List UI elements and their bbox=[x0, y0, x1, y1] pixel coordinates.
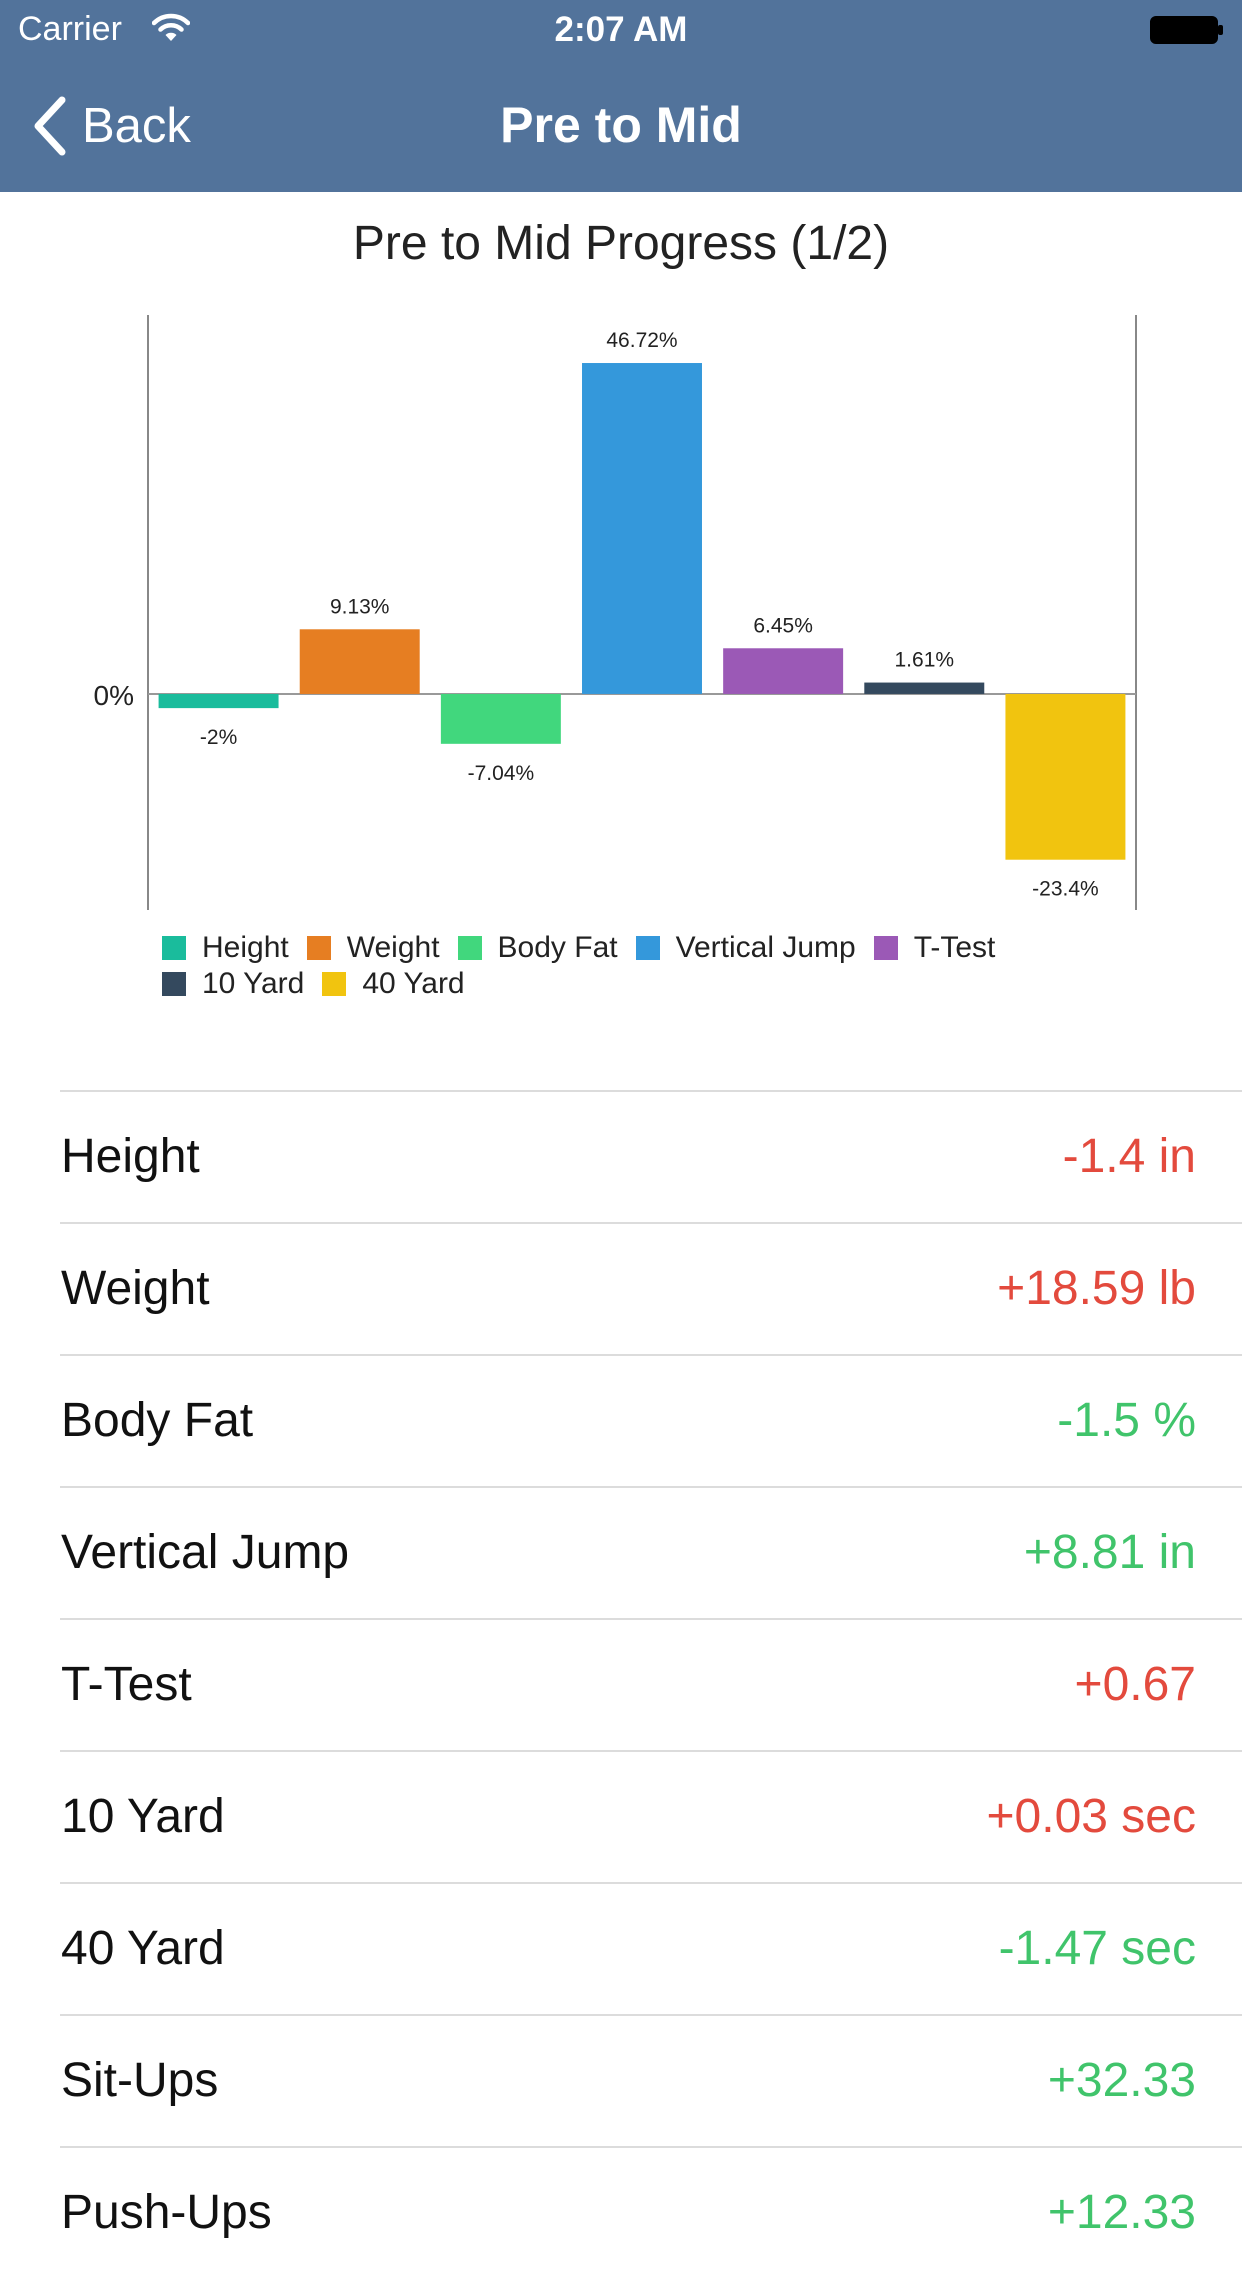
row-label: Push-Ups bbox=[61, 2186, 272, 2239]
row-label: Vertical Jump bbox=[61, 1526, 350, 1579]
legend-item: Body Fat bbox=[457, 930, 618, 966]
bar-10-yard bbox=[864, 682, 985, 694]
legend-label: Vertical Jump bbox=[675, 931, 856, 964]
data-label: -7.04% bbox=[468, 762, 535, 785]
list-row[interactable]: 10 Yard +0.03 sec bbox=[60, 1750, 1242, 1882]
chart-title: Pre to Mid Progress (1/2) bbox=[352, 217, 890, 270]
progress-bar-chart: 0% -2% 9.13% -7.04% 46.72% 6.45% 1.61% -23.4% bbox=[94, 315, 1137, 910]
list-row[interactable]: Sit-Ups +32.33 bbox=[60, 2014, 1242, 2146]
legend-item: Vertical Jump bbox=[635, 930, 856, 966]
stats-list: Height -1.4 in Weight +18.59 lb Body Fat -1.5… bbox=[60, 1090, 1242, 2278]
status-time: 2:07 AM bbox=[554, 10, 688, 49]
list-row[interactable]: T-Test +0.67 bbox=[60, 1618, 1242, 1750]
legend-swatch bbox=[635, 936, 660, 960]
row-label: Body Fat bbox=[61, 1394, 254, 1447]
bar-40-yard bbox=[1005, 693, 1126, 860]
y-tick-label: 0% bbox=[94, 680, 134, 711]
data-label: 1.61% bbox=[895, 649, 955, 672]
row-value: +8.81 in bbox=[1023, 1526, 1196, 1579]
legend-item: 10 Yard bbox=[162, 966, 304, 1002]
legend-label: Weight bbox=[346, 931, 440, 964]
list-row[interactable]: Body Fat -1.5 % bbox=[60, 1354, 1242, 1486]
row-value: -1.47 sec bbox=[998, 1922, 1196, 1975]
chart-legend: Height Weight Body Fat Vertical Jump T-Test 1… bbox=[162, 930, 1162, 1002]
row-value: +12.33 bbox=[1047, 2186, 1196, 2239]
data-label: 46.72% bbox=[606, 329, 677, 352]
row-label: Sit-Ups bbox=[61, 2054, 219, 2107]
row-value: -1.4 in bbox=[1062, 1130, 1196, 1183]
legend-swatch bbox=[322, 972, 347, 996]
legend-swatch bbox=[162, 936, 186, 960]
data-label: 9.13% bbox=[330, 595, 390, 618]
page-title: Pre to Mid bbox=[500, 97, 742, 153]
list-row[interactable]: Push-Ups +12.33 bbox=[60, 2146, 1242, 2278]
list-row[interactable]: Vertical Jump +8.81 in bbox=[60, 1486, 1242, 1618]
legend-item: 40 Yard bbox=[322, 966, 465, 1002]
row-value: -1.5 % bbox=[1057, 1394, 1196, 1447]
legend-label: Body Fat bbox=[497, 931, 618, 964]
list-row[interactable]: Height -1.4 in bbox=[60, 1090, 1242, 1222]
bar-body-fat bbox=[440, 693, 561, 744]
row-value: +32.33 bbox=[1047, 2054, 1196, 2107]
row-label: T-Test bbox=[61, 1658, 192, 1711]
legend-label: Height bbox=[202, 931, 289, 964]
app-header: Carrier 2:07 AM Back Pre to Mid bbox=[0, 0, 1242, 192]
legend-item: Weight bbox=[306, 930, 440, 966]
legend-swatch bbox=[306, 936, 331, 960]
bar-height bbox=[158, 693, 279, 709]
row-label: Weight bbox=[61, 1262, 210, 1315]
data-label: -23.4% bbox=[1032, 878, 1099, 901]
row-label: 10 Yard bbox=[61, 1790, 225, 1843]
legend-swatch bbox=[457, 936, 482, 960]
legend-label: 40 Yard bbox=[362, 967, 465, 1000]
bar-t-test bbox=[723, 648, 844, 694]
legend-label: 10 Yard bbox=[202, 967, 305, 1000]
row-label: Height bbox=[61, 1130, 200, 1183]
legend-item: Height bbox=[162, 930, 289, 966]
row-label: 40 Yard bbox=[61, 1922, 225, 1975]
legend-label: T-Test bbox=[913, 931, 996, 964]
row-value: +0.67 bbox=[1074, 1658, 1196, 1711]
legend-item: T-Test bbox=[873, 930, 996, 966]
legend-swatch bbox=[873, 936, 898, 960]
bar-vertical-jump bbox=[582, 363, 702, 694]
list-row[interactable]: 40 Yard -1.47 sec bbox=[60, 1882, 1242, 2014]
navigation-bar: Back Pre to Mid bbox=[0, 60, 1242, 192]
row-value: +18.59 lb bbox=[997, 1262, 1196, 1315]
legend-swatch bbox=[162, 972, 186, 996]
status-bar: Carrier 2:07 AM bbox=[0, 0, 1242, 60]
bar-weight bbox=[299, 629, 420, 694]
row-value: +0.03 sec bbox=[986, 1790, 1196, 1843]
battery-icon bbox=[1150, 16, 1223, 44]
list-row[interactable]: Weight +18.59 lb bbox=[60, 1222, 1242, 1354]
data-label: 6.45% bbox=[753, 614, 813, 637]
data-label: -2% bbox=[200, 726, 237, 749]
